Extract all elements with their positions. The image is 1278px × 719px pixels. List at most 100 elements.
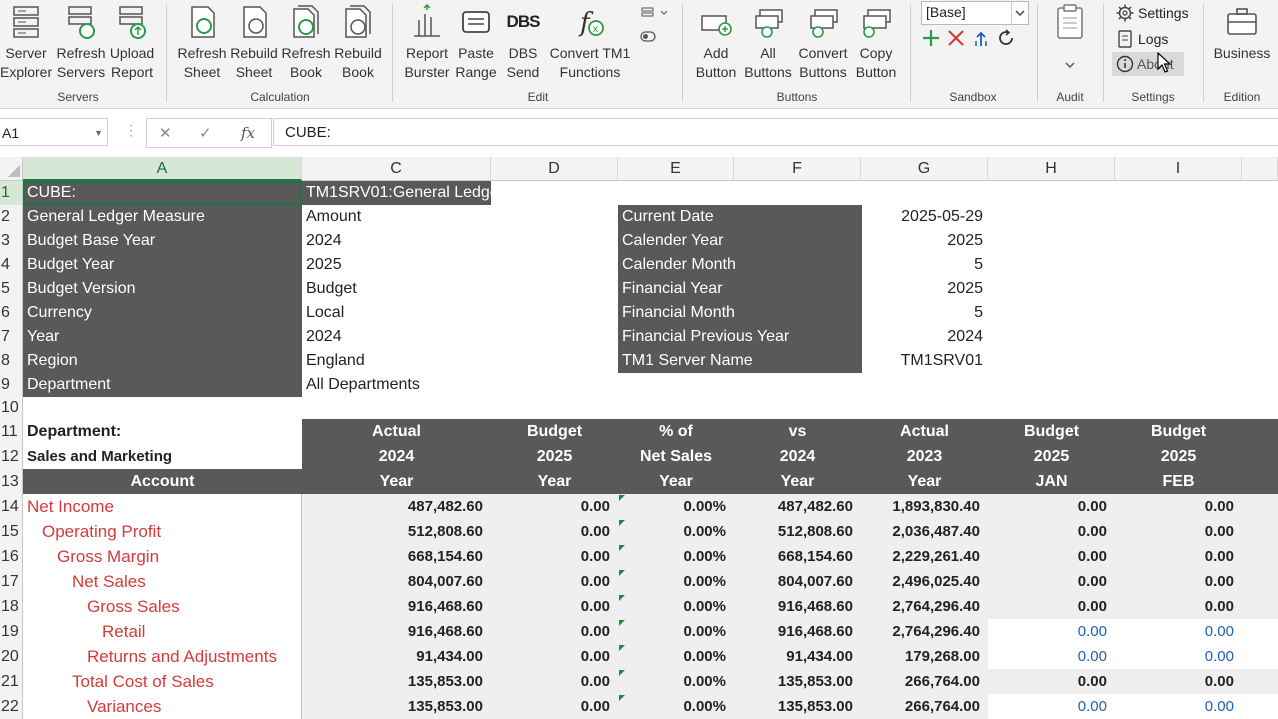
column-heading[interactable]: Budget <box>1115 419 1242 444</box>
value-cell[interactable]: 0.00 <box>988 694 1115 719</box>
row-header-20[interactable]: 20 <box>0 644 23 669</box>
select-all-corner[interactable] <box>0 157 23 181</box>
param-value[interactable]: 2025 <box>302 253 618 277</box>
row-header-6[interactable]: 6 <box>0 301 23 325</box>
info-label[interactable]: TM1 Server Name <box>618 349 862 373</box>
column-heading[interactable]: Net Sales <box>618 444 734 469</box>
column-heading[interactable]: Budget <box>491 419 618 444</box>
all-buttons-button[interactable]: All Buttons <box>742 0 794 90</box>
column-heading[interactable]: Year <box>491 469 618 494</box>
column-heading[interactable]: 2024 <box>734 444 861 469</box>
value-cell[interactable]: 0.00 <box>988 494 1115 519</box>
param-value[interactable]: 2024 <box>302 229 618 253</box>
value-cell[interactable]: 804,007.60 <box>734 569 861 594</box>
value-cell[interactable]: 0.00% <box>618 619 734 644</box>
row-header-21[interactable]: 21 <box>0 669 23 694</box>
copy-button-button[interactable]: Copy Button <box>850 0 902 90</box>
value-cell[interactable]: 512,808.60 <box>734 519 861 544</box>
row-header-5[interactable]: 5 <box>0 277 23 301</box>
value-cell[interactable]: 179,268.00 <box>861 644 988 669</box>
info-value[interactable]: 5 <box>861 301 987 325</box>
value-cell[interactable]: 0.00 <box>491 494 618 519</box>
info-label[interactable]: Financial Previous Year <box>618 325 862 349</box>
value-cell[interactable]: 0.00 <box>491 644 618 669</box>
row-header-1[interactable]: 1 <box>0 181 23 205</box>
delete-sandbox-icon[interactable] <box>946 28 966 48</box>
param-value[interactable]: TM1SRV01:General Ledger <box>302 181 491 205</box>
value-cell[interactable]: 0.00 <box>988 569 1115 594</box>
value-cell[interactable]: 2,496,025.40 <box>861 569 988 594</box>
value-cell[interactable]: 91,434.00 <box>734 644 861 669</box>
value-cell[interactable]: 0.00% <box>618 569 734 594</box>
row-header-16[interactable]: 16 <box>0 544 23 569</box>
refresh-book-button[interactable]: Refresh Book <box>280 0 332 90</box>
value-cell[interactable]: 512,808.60 <box>302 519 491 544</box>
department-label[interactable]: Department: <box>23 419 302 444</box>
value-cell[interactable]: 668,154.60 <box>302 544 491 569</box>
row-header-4[interactable]: 4 <box>0 253 23 277</box>
dbs-send-button[interactable]: DBS DBS Send <box>500 0 546 90</box>
value-cell[interactable]: 0.00 <box>491 519 618 544</box>
column-header-partial[interactable] <box>1242 157 1278 181</box>
value-cell[interactable]: 2,036,487.40 <box>861 519 988 544</box>
column-header-d[interactable]: D <box>491 157 618 181</box>
value-cell[interactable]: 0.00 <box>1115 694 1242 719</box>
value-cell[interactable]: 135,853.00 <box>302 669 491 694</box>
column-header-g[interactable]: G <box>861 157 988 181</box>
row-header-17[interactable]: 17 <box>0 569 23 594</box>
column-header-f[interactable]: F <box>734 157 861 181</box>
param-label[interactable]: Region <box>23 349 302 373</box>
value-cell[interactable]: 0.00 <box>1115 644 1242 669</box>
value-cell[interactable]: 487,482.60 <box>302 494 491 519</box>
info-label[interactable]: Financial Year <box>618 277 862 301</box>
value-cell[interactable]: 0.00 <box>988 519 1115 544</box>
value-cell[interactable]: 668,154.60 <box>734 544 861 569</box>
value-cell[interactable]: 0.00 <box>988 619 1115 644</box>
account-header[interactable]: Account <box>23 469 302 494</box>
insert-function-icon[interactable]: fx <box>241 124 255 142</box>
value-cell[interactable]: 0.00 <box>1115 569 1242 594</box>
info-label[interactable]: Current Date <box>618 205 862 229</box>
more-options-icon[interactable]: ⋮ <box>124 122 138 139</box>
value-cell[interactable]: 0.00 <box>491 619 618 644</box>
convert-buttons-button[interactable]: Convert Buttons <box>796 0 850 90</box>
row-header-3[interactable]: 3 <box>0 229 23 253</box>
list-dropdown-icon[interactable] <box>640 6 670 20</box>
row-header-2[interactable]: 2 <box>0 205 23 229</box>
column-header-a[interactable]: A <box>23 157 302 181</box>
value-cell[interactable]: 0.00% <box>618 544 734 569</box>
row-header-22[interactable]: 22 <box>0 694 23 719</box>
account-name[interactable]: Total Cost of Sales <box>23 669 302 694</box>
row-header-9[interactable]: 9 <box>0 373 23 397</box>
param-label[interactable]: Budget Base Year <box>23 229 302 253</box>
toggle-icon[interactable] <box>640 30 658 44</box>
value-cell[interactable]: 135,853.00 <box>734 694 861 719</box>
value-cell[interactable]: 266,764.00 <box>861 669 988 694</box>
column-heading[interactable]: vs <box>734 419 861 444</box>
info-value[interactable]: 2024 <box>861 325 987 349</box>
info-label[interactable]: Calender Month <box>618 253 862 277</box>
commit-sandbox-icon[interactable] <box>971 28 991 48</box>
column-header-e[interactable]: E <box>618 157 734 181</box>
account-name[interactable]: Variances <box>23 694 302 719</box>
param-label[interactable]: Department <box>23 373 302 397</box>
value-cell[interactable]: 0.00 <box>1115 594 1242 619</box>
value-cell[interactable]: 2,229,261.40 <box>861 544 988 569</box>
business-edition-button[interactable]: Business <box>1210 0 1274 90</box>
value-cell[interactable]: 91,434.00 <box>302 644 491 669</box>
column-heading[interactable]: Budget <box>988 419 1115 444</box>
value-cell[interactable]: 0.00 <box>1115 494 1242 519</box>
value-cell[interactable]: 0.00% <box>618 669 734 694</box>
info-label[interactable]: Calender Year <box>618 229 862 253</box>
refresh-sandbox-icon[interactable] <box>996 28 1016 48</box>
refresh-sheet-button[interactable]: Refresh Sheet <box>176 0 228 90</box>
audit-button[interactable] <box>1052 2 1088 76</box>
value-cell[interactable]: 0.00 <box>988 644 1115 669</box>
column-heading[interactable]: 2023 <box>861 444 988 469</box>
value-cell[interactable]: 0.00 <box>491 594 618 619</box>
column-header-h[interactable]: H <box>988 157 1115 181</box>
value-cell[interactable]: 2,764,296.40 <box>861 619 988 644</box>
column-heading[interactable]: Year <box>734 469 861 494</box>
column-header-c[interactable]: C <box>302 157 491 181</box>
sandbox-select[interactable]: [Base] <box>921 1 1029 25</box>
